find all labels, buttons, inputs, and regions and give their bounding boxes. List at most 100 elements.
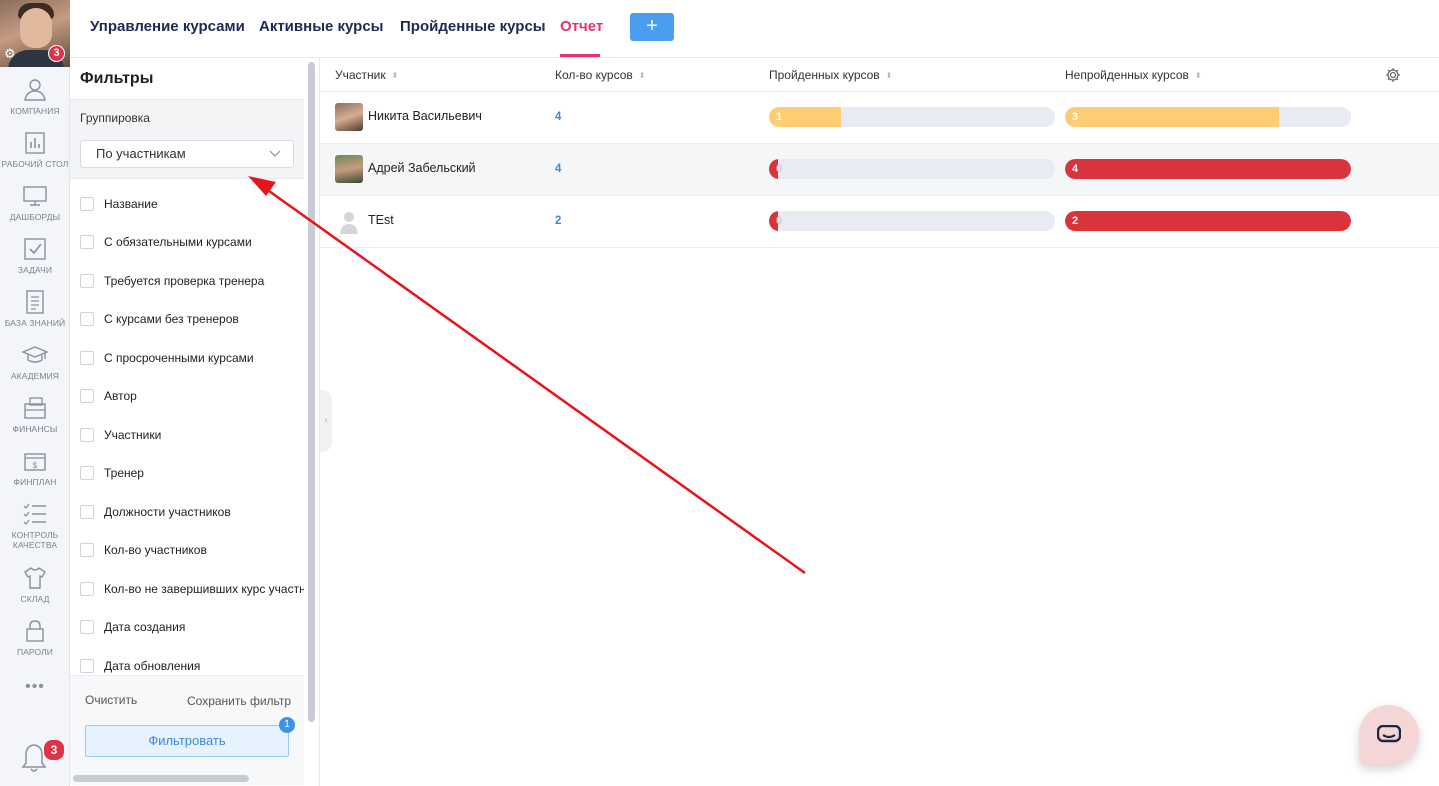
sort-icon[interactable]: ⬍ bbox=[886, 71, 893, 79]
filter-option-label: Участники bbox=[104, 428, 162, 442]
filter-option[interactable]: Дата создания bbox=[80, 618, 304, 638]
checkbox[interactable] bbox=[80, 428, 94, 442]
nav-label: Финплан bbox=[13, 477, 57, 487]
nav-item-desktop[interactable]: Рабочий стол bbox=[0, 131, 70, 169]
checkbox[interactable] bbox=[80, 505, 94, 519]
nav-item-finance[interactable]: Финансы bbox=[0, 396, 70, 434]
filter-option[interactable]: Автор bbox=[80, 387, 304, 407]
more-menu-icon[interactable]: ••• bbox=[0, 679, 70, 695]
filter-option[interactable]: Дата обновления bbox=[80, 657, 304, 673]
participant-name[interactable]: Никита Васильевич bbox=[368, 109, 482, 123]
nav-label: Пароли bbox=[16, 647, 54, 657]
nav-item-finplan[interactable]: $ Финплан bbox=[0, 449, 70, 487]
tab-completed-courses[interactable]: Пройденные курсы bbox=[400, 18, 546, 35]
settings-gear-icon[interactable]: ⚙ bbox=[4, 47, 16, 61]
checkbox[interactable] bbox=[80, 312, 94, 326]
filter-option-label: Требуется проверка тренера bbox=[104, 274, 265, 288]
table-row[interactable]: Никита Васильевич 4 1 3 bbox=[320, 92, 1439, 144]
filter-option-label: Автор bbox=[104, 389, 137, 403]
nav-item-knowledge-base[interactable]: База знаний bbox=[0, 290, 70, 328]
grouping-label: Группировка bbox=[80, 111, 150, 125]
not-passed-progress-bar: 3 bbox=[1065, 107, 1351, 127]
settings-gear-icon[interactable] bbox=[1385, 67, 1401, 83]
nav-item-warehouse[interactable]: Склад bbox=[0, 566, 70, 604]
filter-option[interactable]: Кол-во участников bbox=[80, 541, 304, 561]
desktop-chart-icon bbox=[25, 132, 45, 154]
checkbox[interactable] bbox=[80, 235, 94, 249]
filter-option[interactable]: Кол-во не завершивших курс участников bbox=[80, 580, 304, 600]
tab-course-management[interactable]: Управление курсами bbox=[90, 18, 245, 35]
not-passed-progress-fill bbox=[1065, 159, 1351, 179]
graduation-cap-icon bbox=[22, 346, 48, 363]
active-filter-count-badge: 1 bbox=[279, 717, 295, 733]
nav-label: Рабочий стол bbox=[1, 159, 69, 169]
checkbox[interactable] bbox=[80, 197, 94, 211]
filter-option[interactable]: Участники bbox=[80, 426, 304, 446]
table-header: Участник ⬍ Кол-во курсов ⬍ Пройденных курс… bbox=[320, 58, 1439, 92]
column-header-not-passed[interactable]: Непройденных курсов ⬍ bbox=[1065, 68, 1202, 82]
not-passed-count: 4 bbox=[1072, 163, 1079, 175]
add-button[interactable]: + bbox=[630, 13, 674, 41]
checkbox[interactable] bbox=[80, 351, 94, 365]
avatar bbox=[335, 103, 363, 131]
nav-item-dashboards[interactable]: Дашборды bbox=[0, 184, 70, 222]
filter-option-label: Дата обновления bbox=[104, 659, 201, 673]
filter-option[interactable]: Требуется проверка тренера bbox=[80, 272, 304, 292]
filter-option[interactable]: Название bbox=[80, 195, 304, 215]
checkbox[interactable] bbox=[80, 620, 94, 634]
nav-item-academy[interactable]: Академия bbox=[0, 345, 70, 381]
filter-option[interactable]: Должности участников bbox=[80, 503, 304, 523]
checkbox[interactable] bbox=[80, 582, 94, 596]
nav-item-passwords[interactable]: Пароли bbox=[0, 619, 70, 657]
passed-count: 0 bbox=[776, 215, 783, 227]
bell-notification-badge: 3 bbox=[43, 739, 65, 761]
column-header-participant[interactable]: Участник ⬍ bbox=[335, 68, 398, 82]
checkbox[interactable] bbox=[80, 659, 94, 673]
checkbox[interactable] bbox=[80, 543, 94, 557]
filter-option[interactable]: С обязательными курсами bbox=[80, 233, 304, 253]
filter-option[interactable]: Тренер bbox=[80, 464, 304, 484]
checkbox[interactable] bbox=[80, 274, 94, 288]
filter-option[interactable]: С просроченными курсами bbox=[80, 349, 304, 369]
table-row[interactable]: Адрей Забельский 4 0 4 bbox=[320, 144, 1439, 196]
lock-icon bbox=[26, 620, 44, 642]
filter-option[interactable]: С курсами без тренеров bbox=[80, 310, 304, 330]
sort-icon[interactable]: ⬍ bbox=[1195, 71, 1202, 79]
filter-option-label: Дата создания bbox=[104, 620, 186, 634]
tab-report[interactable]: Отчет bbox=[560, 18, 603, 35]
top-tab-bar: Управление курсами Активные курсы Пройде… bbox=[70, 0, 1439, 58]
participant-name[interactable]: TEst bbox=[368, 213, 394, 227]
tab-active-courses[interactable]: Активные курсы bbox=[259, 18, 383, 35]
nav-item-quality-control[interactable]: Контроль качества bbox=[0, 502, 70, 550]
course-count[interactable]: 4 bbox=[555, 163, 561, 175]
sort-icon[interactable]: ⬍ bbox=[392, 71, 399, 79]
participant-name[interactable]: Адрей Забельский bbox=[368, 161, 476, 175]
filter-option-label: Должности участников bbox=[104, 505, 231, 519]
clear-button[interactable]: Очистить bbox=[85, 693, 137, 707]
checkbox[interactable] bbox=[80, 389, 94, 403]
vertical-scrollbar[interactable] bbox=[308, 62, 315, 722]
save-filter-button[interactable]: Сохранить фильтр bbox=[187, 694, 291, 708]
table-row[interactable]: TEst 2 0 2 bbox=[320, 196, 1439, 248]
horizontal-scrollbar[interactable] bbox=[73, 775, 249, 782]
chat-widget-button[interactable] bbox=[1359, 705, 1419, 765]
filter-option-label: С курсами без тренеров bbox=[104, 312, 239, 326]
apply-filter-button[interactable]: Фильтровать bbox=[85, 725, 289, 757]
nav-item-company[interactable]: Компания bbox=[0, 78, 70, 116]
course-count[interactable]: 2 bbox=[555, 215, 561, 227]
column-header-course-count[interactable]: Кол-во курсов ⬍ bbox=[555, 68, 645, 82]
checkbox[interactable] bbox=[80, 466, 94, 480]
passed-progress-bar: 1 bbox=[769, 107, 1055, 127]
task-check-icon bbox=[24, 238, 46, 260]
column-header-passed[interactable]: Пройденных курсов ⬍ bbox=[769, 68, 892, 82]
collapse-panel-handle[interactable]: ‹ bbox=[320, 390, 332, 452]
sort-icon[interactable]: ⬍ bbox=[639, 71, 646, 79]
grouping-select[interactable]: По участникам bbox=[80, 140, 294, 168]
wallet-icon bbox=[24, 397, 46, 419]
nav-item-tasks[interactable]: Задачи bbox=[0, 237, 70, 275]
budget-icon: $ bbox=[24, 453, 46, 471]
user-avatar[interactable]: ⚙ 3 bbox=[0, 0, 70, 67]
course-count[interactable]: 4 bbox=[555, 111, 561, 123]
passed-count: 0 bbox=[776, 163, 783, 175]
monitor-icon bbox=[23, 186, 47, 206]
